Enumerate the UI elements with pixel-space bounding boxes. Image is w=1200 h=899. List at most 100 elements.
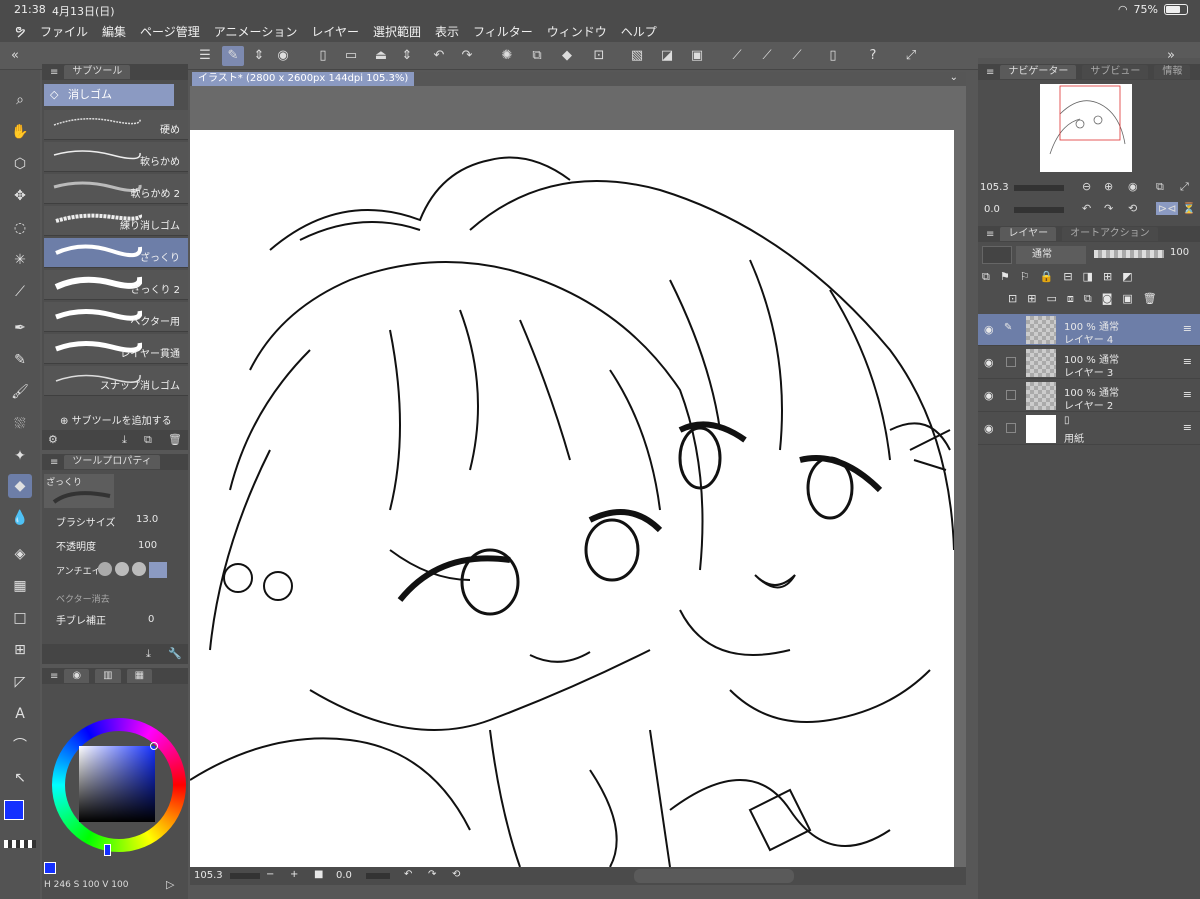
lasso-tool-icon[interactable]: ◌: [8, 216, 32, 240]
help-icon[interactable]: ?: [862, 46, 884, 66]
pencil-tool-icon[interactable]: ✎: [8, 348, 32, 372]
panel-menu-icon[interactable]: ≡: [50, 67, 58, 78]
layer-color-icon[interactable]: ◩: [1122, 270, 1132, 286]
pen-tool-icon[interactable]: ✒: [8, 316, 32, 340]
eye-icon[interactable]: ◉: [984, 356, 994, 369]
rotate-left-icon[interactable]: ↶: [404, 869, 412, 880]
clip-icon[interactable]: ⧉: [982, 270, 990, 286]
layer-menu-icon[interactable]: ≡: [1183, 388, 1192, 401]
updown-icon-2[interactable]: ⇕: [396, 46, 418, 66]
fit-icon[interactable]: ■: [314, 869, 323, 880]
layer-color-select[interactable]: [982, 246, 1012, 264]
subtool-item[interactable]: 硬め: [44, 110, 188, 140]
brush-size-value[interactable]: 13.0: [136, 514, 158, 525]
main-color-swatch[interactable]: [4, 800, 24, 820]
lock-icon[interactable]: 🔒: [1040, 270, 1054, 286]
blend-mode-select[interactable]: 通常: [1016, 246, 1086, 264]
subtool-settings-icon[interactable]: ⚙: [48, 433, 58, 446]
download-icon[interactable]: ⤓: [122, 433, 127, 447]
subtool-item[interactable]: 軟らかめ 2: [44, 174, 188, 204]
eye-icon[interactable]: ◉: [984, 422, 994, 435]
airbrush-tool-icon[interactable]: ⛆: [8, 412, 32, 436]
layer-row-selected[interactable]: ◉ ✎ 100 % 通常 レイヤー 4 ≡: [978, 314, 1200, 346]
menu-view[interactable]: 表示: [435, 23, 459, 40]
subtool-item[interactable]: 練り消しゴム: [44, 206, 188, 236]
nav-rotation-value[interactable]: 0.0: [984, 204, 1000, 215]
deselect-icon[interactable]: ▧: [626, 46, 648, 66]
device-icon[interactable]: ▯: [822, 46, 844, 66]
subtool-item[interactable]: ベクター用: [44, 302, 188, 332]
eye-icon[interactable]: ◉: [984, 323, 994, 336]
zoom-in-icon[interactable]: +: [290, 869, 298, 880]
expand-icon[interactable]: ⤢: [1180, 180, 1189, 194]
updown-icon[interactable]: ⇕: [248, 46, 270, 66]
horizontal-scrollbar[interactable]: [634, 869, 794, 883]
rotate-right-icon[interactable]: ↷: [1104, 202, 1113, 215]
frame-tool-icon[interactable]: ⊞: [8, 638, 32, 662]
invert-select-icon[interactable]: ◪: [656, 46, 678, 66]
tab-layer[interactable]: レイヤー: [1000, 227, 1057, 241]
tab-color-slider[interactable]: ▥: [95, 669, 121, 683]
chevron-down-icon[interactable]: ⌄: [950, 72, 958, 83]
opacity-value[interactable]: 100: [138, 540, 157, 551]
save-icon[interactable]: ⏏: [370, 46, 392, 66]
subtool-item[interactable]: レイヤー貫通: [44, 334, 188, 364]
antialias-options[interactable]: [98, 562, 178, 578]
app-logo-icon[interactable]: ຯ: [0, 23, 40, 39]
tab-info[interactable]: 情報: [1154, 65, 1191, 79]
hue-handle[interactable]: [104, 844, 111, 856]
download-icon[interactable]: ⤓: [146, 647, 151, 661]
preset-preview[interactable]: ざっくり: [44, 474, 114, 508]
panel-menu-icon[interactable]: ≡: [50, 671, 58, 682]
open-folder-icon[interactable]: ▭: [340, 46, 362, 66]
ruler-tool-icon[interactable]: ◸: [8, 670, 32, 694]
subtool-item[interactable]: 軟らかめ: [44, 142, 188, 172]
layer-checkbox[interactable]: [1006, 357, 1016, 367]
eye-icon[interactable]: ◉: [984, 389, 994, 402]
object-tool-icon[interactable]: ⬡: [8, 152, 32, 176]
hand-tool-icon[interactable]: ✋: [8, 120, 32, 144]
fullscreen-icon[interactable]: ⤢: [900, 46, 922, 66]
nav-rotation-slider[interactable]: [1014, 207, 1064, 213]
flip-horizontal-icon[interactable]: ⊳⊲: [1156, 202, 1179, 215]
layer-menu-icon[interactable]: ≡: [1183, 355, 1192, 368]
tab-tool-property[interactable]: ツールプロパティ: [64, 455, 160, 469]
transparent-color-swatch[interactable]: [4, 840, 36, 848]
nav-zoom-slider[interactable]: [1014, 185, 1064, 191]
saturation-value-square[interactable]: [79, 746, 155, 822]
layer-row-paper[interactable]: ◉ ▯ 用紙 ≡: [978, 413, 1200, 445]
zoom-value[interactable]: 105.3: [194, 870, 223, 881]
reset-rotation-icon[interactable]: ⟲: [1128, 202, 1137, 215]
lock-transparent-icon[interactable]: ⊟: [1063, 270, 1072, 286]
rotation-value[interactable]: 0.0: [336, 870, 352, 881]
new-file-icon[interactable]: ▯: [312, 46, 334, 66]
menu-layer[interactable]: レイヤー: [311, 23, 359, 40]
navigator-thumbnail[interactable]: [1040, 84, 1132, 172]
transform-icon[interactable]: ⧉: [526, 46, 548, 66]
mask-icon[interactable]: ◨: [1083, 270, 1093, 286]
panel-menu-icon[interactable]: ≡: [986, 67, 994, 78]
tab-color-wheel[interactable]: ◉: [64, 669, 90, 683]
combine-icon[interactable]: ⧉: [1084, 292, 1092, 308]
tab-auto-action[interactable]: オートアクション: [1062, 227, 1158, 241]
brush-icon[interactable]: ⟋: [756, 46, 778, 66]
add-subtool-button[interactable]: ⊕ サブツールを追加する: [60, 412, 172, 427]
apply-mask-icon[interactable]: ▣: [1122, 292, 1132, 308]
layer-checkbox[interactable]: [1006, 390, 1016, 400]
crop-icon[interactable]: ⊡: [588, 46, 610, 66]
figure-tool-icon[interactable]: □: [8, 606, 32, 630]
menu-page[interactable]: ページ管理: [140, 23, 200, 40]
zoom-in-icon[interactable]: ⊕: [1104, 180, 1113, 193]
menu-animation[interactable]: アニメーション: [214, 23, 298, 40]
mini-main-color[interactable]: [44, 862, 56, 874]
pen-icon[interactable]: ⟋: [786, 46, 808, 66]
subtool-item[interactable]: ざっくり 2: [44, 270, 188, 300]
opacity-slider[interactable]: [1094, 250, 1164, 258]
brush-tool-icon[interactable]: 🖌: [8, 380, 32, 404]
merge-down-icon[interactable]: ⧈: [1067, 292, 1074, 308]
decoration-tool-icon[interactable]: ✦: [8, 444, 32, 468]
record-icon[interactable]: ◉: [272, 46, 294, 66]
layer-row[interactable]: ◉ 100 % 通常 レイヤー 3 ≡: [978, 347, 1200, 379]
draft-icon[interactable]: ⚐: [1020, 270, 1030, 286]
layer-menu-icon[interactable]: ≡: [1183, 421, 1192, 434]
